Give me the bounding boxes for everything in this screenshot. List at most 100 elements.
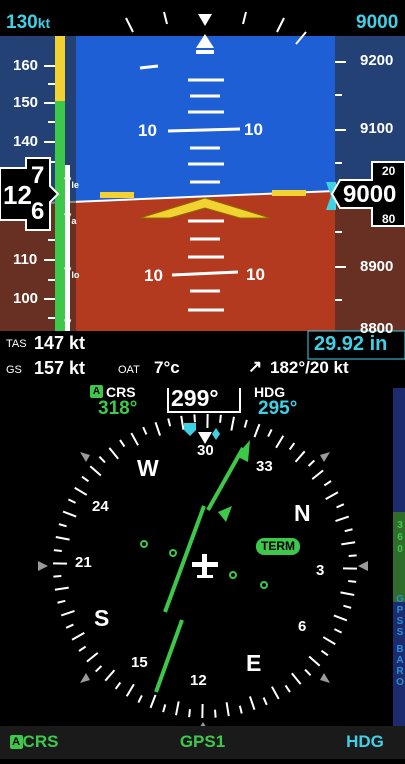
rose-label-3: 3: [316, 562, 324, 579]
hdg-value[interactable]: 295°: [258, 398, 297, 420]
rose-label-30: 30: [197, 442, 214, 459]
rose-tick: [240, 706, 242, 714]
rose-tick: [87, 653, 98, 662]
rose-tick: [116, 682, 121, 688]
rose-tick: [56, 537, 70, 540]
right-wing-bar: [272, 190, 306, 196]
pitch-label-up-right: 10: [244, 120, 263, 140]
rose-tick: [90, 466, 101, 475]
rose-label-12: 12: [190, 672, 207, 689]
rose-tick: [181, 416, 183, 430]
airspeed-roller-lower: 6: [31, 198, 44, 226]
side-labels: GPSS BARO: [395, 594, 405, 688]
rose-tick: [96, 666, 102, 672]
speed-label-110: 110: [13, 251, 37, 268]
airspeed-bug-readout[interactable]: 130kt: [6, 12, 50, 34]
rose-tick: [99, 457, 105, 463]
rose-tick: [143, 427, 146, 434]
pitch-label-up-left: 10: [138, 121, 157, 141]
rose-tick: [268, 429, 272, 436]
rose-tick: [309, 657, 320, 666]
ownship-icon: [192, 554, 218, 578]
rose-tick: [138, 695, 142, 702]
pitch-label-down-left: 10: [144, 266, 163, 286]
rose-tick: [292, 673, 301, 684]
airspeed-current-hundreds: 12: [3, 180, 32, 211]
rose-tick: [340, 592, 354, 595]
rose-tick: [68, 499, 75, 503]
rose-tick: [334, 629, 341, 633]
left-wing-bar: [100, 192, 134, 198]
rose-tick: [75, 488, 87, 495]
rose-tick: [337, 504, 344, 507]
term-mode-badge: TERM: [256, 538, 300, 555]
rose-tick: [335, 517, 348, 522]
rose-label-6: 6: [298, 618, 306, 635]
oat-label: OAT: [118, 364, 140, 376]
hdg-button[interactable]: HDG: [330, 730, 400, 754]
acrs-button[interactable]: ACRS: [4, 730, 64, 754]
alt-label-8900: 8900: [360, 258, 393, 275]
tas-label: TAS: [6, 338, 27, 350]
gps1-button[interactable]: GPS1: [150, 730, 255, 754]
crs-value[interactable]: 318°: [98, 398, 137, 420]
rose-tick: [326, 492, 338, 499]
rose-tick: [231, 417, 234, 431]
pitch-label-down-right: 10: [246, 265, 265, 285]
rose-tick: [109, 448, 118, 459]
rose-tick: [290, 443, 295, 449]
rose-tick: [220, 415, 221, 423]
alt-label-9200: 9200: [360, 52, 393, 69]
rose-tick: [82, 477, 88, 482]
speed-label-150: 150: [13, 94, 38, 111]
rose-label-21: 21: [75, 554, 92, 571]
rose-tick: [131, 433, 138, 445]
altitude-bug-readout[interactable]: 9000: [356, 12, 398, 34]
airspeed-roller-upper: 7: [31, 162, 44, 190]
speed-label-140: 140: [13, 133, 38, 150]
rose-tick: [54, 550, 62, 551]
primary-flight-display: 130kt 9000 160 150 140 110 100 Vle Va Vl…: [0, 0, 405, 388]
speed-label-100: 100: [13, 290, 38, 307]
rose-tick: [343, 606, 351, 608]
baro-setting[interactable]: 29.92 in: [314, 333, 387, 356]
rose-label-w: W: [137, 455, 159, 482]
rose-tick: [264, 698, 267, 705]
rose-label-s: S: [94, 605, 109, 632]
rose-tick: [120, 440, 124, 447]
rose-tick: [276, 436, 283, 448]
rose-tick: [79, 647, 86, 651]
rose-tick: [63, 512, 76, 517]
rose-tick: [323, 637, 335, 644]
rose-tick: [254, 424, 259, 437]
rose-tick: [345, 529, 353, 531]
softkey-bar: ACRS GPS1 HDG: [0, 726, 405, 759]
rose-tick: [127, 684, 134, 696]
rose-tick: [227, 702, 229, 716]
oat-value: 7°c: [154, 358, 180, 378]
rose-tick: [58, 601, 66, 603]
vspeed-vlo: Vlo: [64, 266, 79, 280]
rose-tick: [163, 704, 165, 712]
rose-tick: [105, 670, 114, 681]
rose-tick: [194, 414, 195, 422]
vspeed-va: Va: [64, 212, 76, 226]
rose-tick: [151, 695, 156, 708]
rose-tick: [156, 422, 161, 435]
altitude-current: 9000: [343, 181, 396, 209]
rose-tick: [61, 611, 74, 616]
rose-tick: [215, 710, 216, 718]
rose-tick: [305, 670, 311, 676]
rose-tick: [168, 419, 170, 427]
rose-label-15: 15: [131, 654, 148, 671]
rose-tick: [53, 576, 61, 577]
altitude-roller-upper: 20: [382, 164, 395, 178]
rose-tick: [349, 555, 357, 556]
vspeed-v: V: [64, 318, 71, 330]
rose-tick: [321, 651, 327, 656]
tas-value: 147 kt: [34, 333, 85, 354]
side-scale-360: 360: [395, 520, 405, 556]
rose-tick: [312, 470, 323, 479]
rose-tick: [59, 524, 67, 526]
rose-tick: [66, 625, 73, 628]
